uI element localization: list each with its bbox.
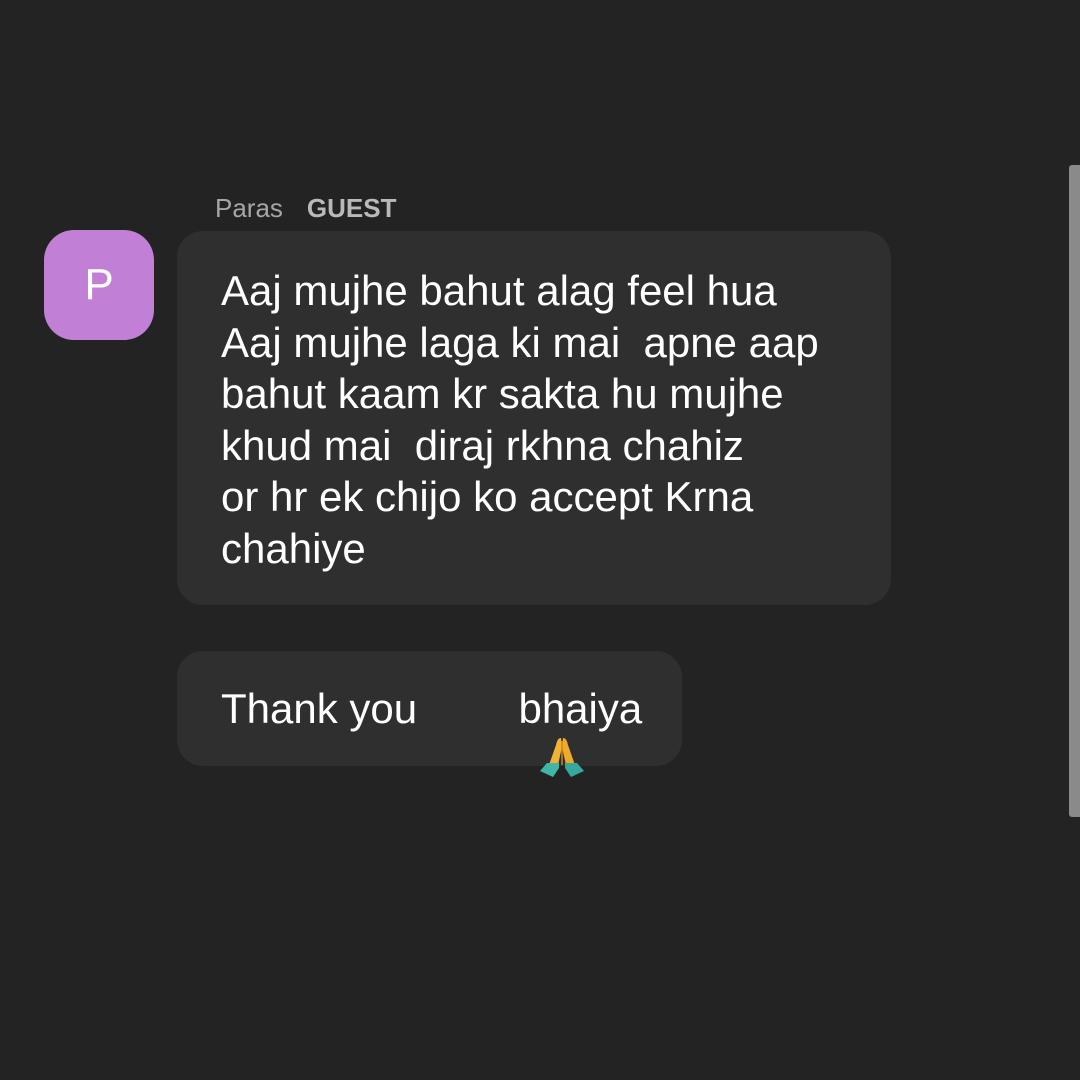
avatar[interactable]: P	[44, 230, 154, 340]
scrollbar[interactable]	[1069, 165, 1080, 817]
message-line: or hr ek chijo ko accept Krna	[221, 473, 754, 520]
message-line: Aaj mujhe bahut alag feel hua	[221, 267, 777, 314]
sender-header: Paras GUEST	[215, 192, 397, 224]
message-line: Aaj mujhe laga ki mai apne aap	[221, 318, 819, 366]
chat-view: Paras GUEST P Aaj mujhe bahut alag feel …	[0, 0, 1080, 1080]
message-line: khud mai diraj rkhna chahiz	[221, 421, 744, 469]
folded-hands-icon	[441, 687, 585, 777]
sender-name[interactable]: Paras	[215, 193, 283, 224]
message-bubble[interactable]: Aaj mujhe bahut alag feel hua Aaj mujhe …	[177, 231, 891, 605]
message-text: Thank you bhaiya	[221, 684, 643, 777]
message-line: chahiye	[221, 524, 366, 572]
sender-role-badge: GUEST	[306, 192, 397, 223]
message-text-start: Thank you	[221, 684, 429, 732]
avatar-initial: P	[84, 260, 114, 309]
message-bubble[interactable]: Thank you bhaiya	[177, 651, 682, 777]
message-line: bahut kaam kr sakta hu mujhe	[221, 370, 784, 417]
message-text-end: bhaiya	[506, 684, 643, 732]
